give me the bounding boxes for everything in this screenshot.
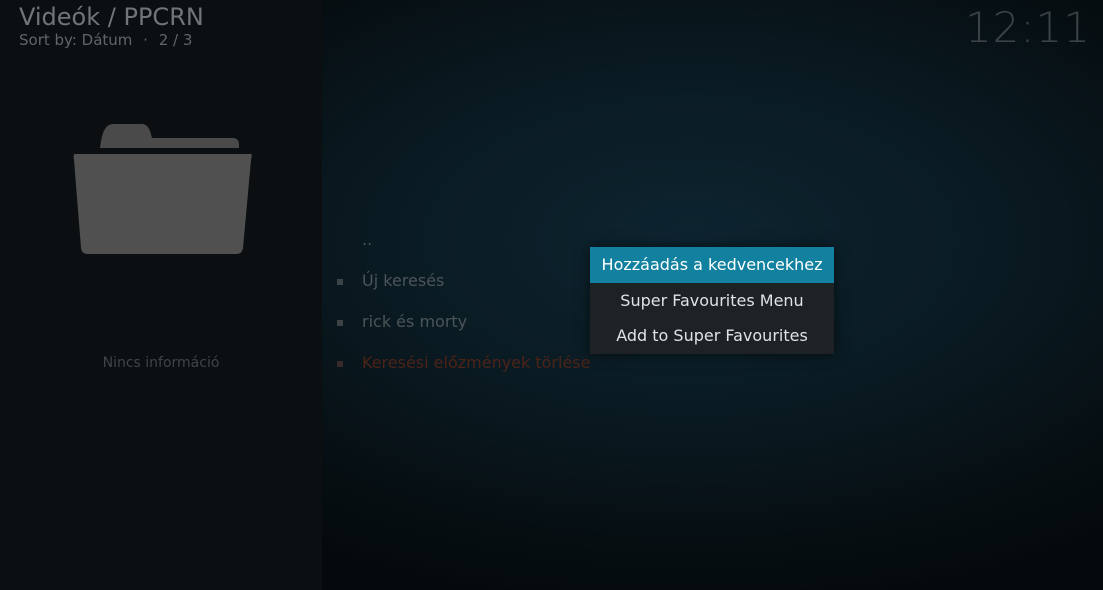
sort-label: Sort by: Dátum (19, 31, 133, 49)
list-item-label: Új keresés (362, 271, 445, 290)
list-item-new-search[interactable]: Új keresés (330, 266, 590, 307)
page-position: 2 / 3 (158, 31, 193, 49)
menu-item-add-to-super-favourites[interactable]: Add to Super Favourites (590, 318, 834, 354)
info-panel (0, 0, 322, 590)
list-item-label: Keresési előzmények törlése (362, 353, 591, 372)
context-menu: Hozzáadás a kedvencekhez Super Favourite… (590, 247, 834, 354)
header-separator: · (143, 31, 148, 49)
bullet-icon (337, 279, 343, 285)
list-item-parent[interactable]: .. (330, 225, 590, 266)
folder-icon (72, 122, 254, 258)
list-item-rick-es-morty[interactable]: rick és morty (330, 307, 590, 348)
menu-item-super-favourites-menu[interactable]: Super Favourites Menu (590, 283, 834, 319)
file-list: .. Új keresés rick és morty Keresési elő… (330, 225, 590, 389)
header-subtitle: Sort by: Dátum · 2 / 3 (19, 31, 192, 49)
list-item-label: rick és morty (362, 312, 468, 331)
menu-item-add-to-favourites[interactable]: Hozzáadás a kedvencekhez (590, 247, 834, 283)
bullet-icon (337, 320, 343, 326)
no-info-label: Nincs információ (102, 355, 220, 371)
page-title: Videók / PPCRN (19, 3, 204, 31)
clock: 12:11 (964, 3, 1091, 52)
list-item-label: .. (362, 230, 373, 249)
list-item-clear-history[interactable]: Keresési előzmények törlése (330, 348, 590, 389)
bullet-icon (337, 361, 343, 367)
